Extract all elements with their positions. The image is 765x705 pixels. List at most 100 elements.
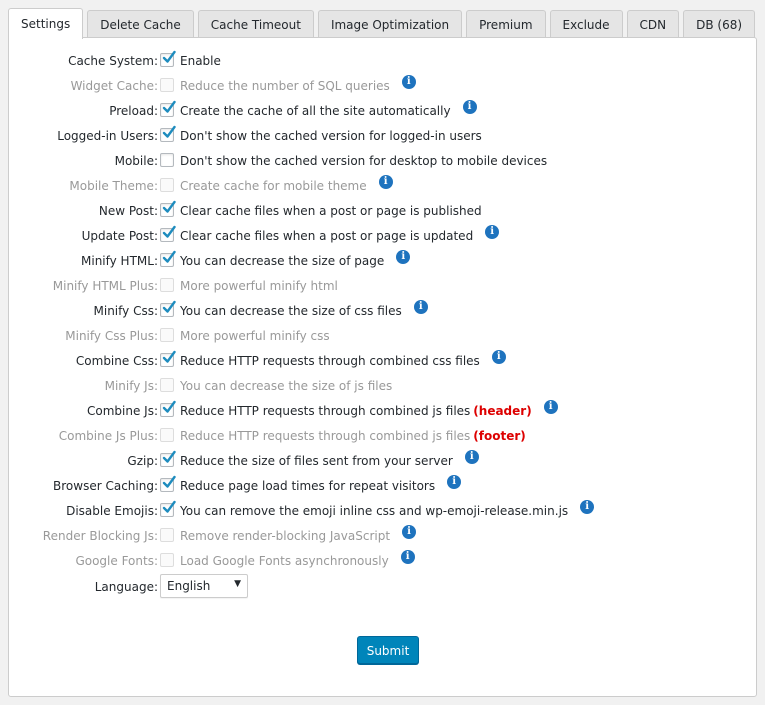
setting-row-gzip: Gzip: Reduce the size of files sent from … <box>9 450 756 472</box>
combine-js-checkbox[interactable] <box>160 400 176 417</box>
browser-caching-checkbox[interactable] <box>160 475 176 492</box>
tab-exclude[interactable]: Exclude <box>549 10 623 38</box>
info-icon[interactable]: i <box>447 475 462 489</box>
info-icon[interactable]: i <box>580 500 595 514</box>
setting-description: Enable <box>180 54 221 68</box>
minify-html-plus-checkbox <box>160 278 174 292</box>
info-icon[interactable]: i <box>402 525 417 539</box>
setting-description: Remove render-blocking JavaScript <box>180 529 390 543</box>
submit-button[interactable]: Submit <box>357 636 419 664</box>
checkmark-icon <box>162 50 176 63</box>
minify-css-plus-checkbox <box>160 328 174 342</box>
setting-label: Mobile: <box>114 154 158 168</box>
preload-checkbox[interactable] <box>160 100 176 117</box>
setting-description-text: Reduce HTTP requests through combined cs… <box>180 354 480 368</box>
setting-row-disable-emojis: Disable Emojis: You can remove the emoji … <box>9 500 756 522</box>
setting-description: You can decrease the size of page <box>180 254 384 268</box>
setting-row-preload: Preload: Create the cache of all the site… <box>9 100 756 122</box>
checkmark-icon <box>162 125 176 138</box>
tab-db-68[interactable]: DB (68) <box>683 10 756 38</box>
checkmark-icon <box>162 400 176 413</box>
setting-label: Minify HTML: <box>81 254 158 268</box>
setting-row-widget-cache: Widget Cache: Reduce the number of SQL qu… <box>9 75 756 97</box>
info-icon[interactable]: i <box>485 225 500 239</box>
setting-description-text: Don't show the cached version for logged… <box>180 129 482 143</box>
render-blocking-js-checkbox <box>160 528 174 542</box>
mobile-theme-checkbox <box>160 178 174 192</box>
setting-description-text: Reduce HTTP requests through combined js… <box>180 429 471 443</box>
setting-label: Logged-in Users: <box>57 129 158 143</box>
setting-label: Update Post: <box>81 229 158 243</box>
checkmark-icon <box>162 475 176 488</box>
tab-cache-timeout[interactable]: Cache Timeout <box>197 10 314 38</box>
minify-html-checkbox[interactable] <box>160 250 176 267</box>
google-fonts-checkbox <box>160 553 174 567</box>
info-icon[interactable]: i <box>413 300 428 314</box>
setting-description-text: You can decrease the size of css files <box>180 304 402 318</box>
new-post-checkbox[interactable] <box>160 200 176 217</box>
setting-description-text: Remove render-blocking JavaScript <box>180 529 391 543</box>
setting-row-minify-css-plus: Minify Css Plus: More powerful minify css <box>9 327 756 347</box>
update-post-checkbox[interactable] <box>160 225 176 242</box>
setting-description-text: Reduce page load times for repeat visito… <box>180 479 436 493</box>
info-icon[interactable]: i <box>401 75 416 89</box>
disable-emojis-checkbox[interactable] <box>160 500 176 517</box>
gzip-checkbox[interactable] <box>160 450 176 467</box>
language-value: English <box>167 579 211 593</box>
setting-row-minify-html: Minify HTML: You can decrease the size of… <box>9 250 756 272</box>
setting-row-combine-js: Combine Js: Reduce HTTP requests through … <box>9 400 756 422</box>
setting-row-minify-js: Minify Js: You can decrease the size of j… <box>9 377 756 397</box>
cache-system-checkbox[interactable] <box>160 50 176 67</box>
setting-description-text: More powerful minify html <box>180 279 338 293</box>
info-icon[interactable]: i <box>464 450 479 464</box>
setting-description: Don't show the cached version for deskto… <box>180 154 547 168</box>
info-icon[interactable]: i <box>462 100 477 114</box>
setting-description: Reduce HTTP requests through combined js… <box>180 429 526 443</box>
tab-delete-cache[interactable]: Delete Cache <box>87 10 194 38</box>
info-icon[interactable]: i <box>400 550 415 564</box>
setting-row-update-post: Update Post: Clear cache files when a pos… <box>9 225 756 247</box>
checkmark-icon <box>162 300 176 313</box>
position-tag: (header) <box>473 404 532 418</box>
setting-row-minify-html-plus: Minify HTML Plus: More powerful minify ht… <box>9 277 756 297</box>
setting-row-logged-in-users: Logged-in Users: Don't show the cached ve… <box>9 125 756 147</box>
minify-css-checkbox[interactable] <box>160 300 176 317</box>
checkmark-icon <box>162 250 176 263</box>
setting-description-text: Create cache for mobile theme <box>180 179 367 193</box>
checkmark-icon <box>162 225 176 238</box>
position-tag: (footer) <box>473 429 526 443</box>
info-icon[interactable]: i <box>378 175 393 189</box>
setting-description: Reduce the number of SQL queries <box>180 79 390 93</box>
mobile-checkbox[interactable] <box>160 153 174 167</box>
info-icon[interactable]: i <box>543 400 558 414</box>
checkmark-icon <box>162 100 176 113</box>
combine-css-checkbox[interactable] <box>160 350 176 367</box>
setting-row-google-fonts: Google Fonts: Load Google Fonts asynchron… <box>9 550 756 572</box>
setting-row-combine-js-plus: Combine Js Plus: Reduce HTTP requests thr… <box>9 427 756 447</box>
tab-cdn[interactable]: CDN <box>626 10 680 38</box>
tab-settings[interactable]: Settings <box>8 8 84 39</box>
setting-label: Mobile Theme: <box>69 179 158 193</box>
logged-in-users-checkbox[interactable] <box>160 125 176 142</box>
setting-description: You can decrease the size of js files <box>180 379 392 393</box>
checkmark-icon <box>162 450 176 463</box>
setting-description: You can decrease the size of css files <box>180 304 402 318</box>
setting-label: Combine Css: <box>75 354 158 368</box>
setting-label: Language: <box>94 580 158 594</box>
setting-description-text: Enable <box>180 54 221 68</box>
dropdown-arrow-icon: ▼ <box>234 579 241 589</box>
setting-label: Render Blocking Js: <box>42 529 158 543</box>
setting-description: More powerful minify html <box>180 279 338 293</box>
language-select[interactable]: English ▼ <box>160 574 248 598</box>
setting-label: Cache System: <box>68 54 158 68</box>
setting-label: Minify Js: <box>104 379 158 393</box>
info-icon[interactable]: i <box>491 350 506 364</box>
setting-description-text: You can decrease the size of js files <box>180 379 393 393</box>
info-icon[interactable]: i <box>396 250 411 264</box>
tab-premium[interactable]: Premium <box>466 10 546 38</box>
setting-description-text: Create the cache of all the site automat… <box>180 104 451 118</box>
setting-label: Combine Js: <box>87 404 158 418</box>
minify-js-checkbox <box>160 378 174 392</box>
tab-image-optimization[interactable]: Image Optimization <box>317 10 463 38</box>
setting-description-text: Clear cache files when a post or page is… <box>180 229 474 243</box>
